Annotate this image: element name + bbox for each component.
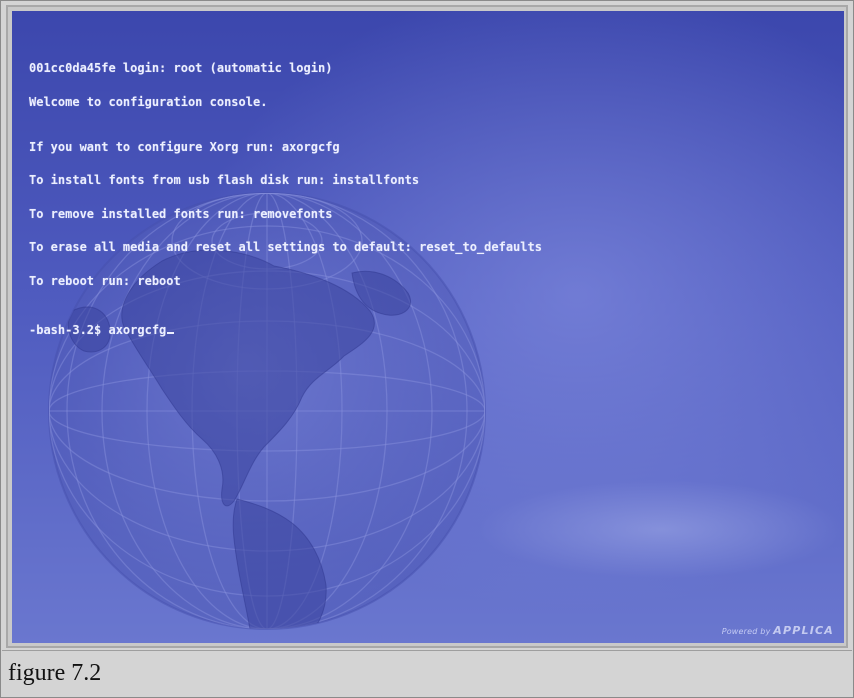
powered-by-label: Powered by [721,627,771,636]
console-line: 001cc0da45fe login: root (automatic logi… [29,61,333,76]
powered-by-logo: Powered by APPLICA [722,624,834,637]
prompt-text: -bash-3.2$ axorgcfg [29,322,167,337]
console-line: To reboot run: reboot [29,273,181,288]
console-screen: 001cc0da45fe login: root (automatic logi… [12,11,844,643]
command-prompt[interactable]: -bash-3.2$ axorgcfg [29,322,542,337]
text-cursor [167,331,175,334]
console-output: 001cc0da45fe login: root (automatic logi… [29,41,542,358]
console-line: If you want to configure Xorg run: axorg… [29,139,340,154]
caption-bar: figure 7.2 [2,650,852,697]
figure-frame: 001cc0da45fe login: root (automatic logi… [0,0,854,698]
screenshot-border: 001cc0da45fe login: root (automatic logi… [6,5,848,648]
console-line: To install fonts from usb flash disk run… [29,173,420,188]
figure-caption: figure 7.2 [8,660,102,686]
console-line: To remove installed fonts run: removefon… [29,206,333,221]
console-line: To erase all media and reset all setting… [29,240,542,255]
console-line: Welcome to configuration console. [29,95,268,109]
brand-name: APPLICA [773,624,834,637]
